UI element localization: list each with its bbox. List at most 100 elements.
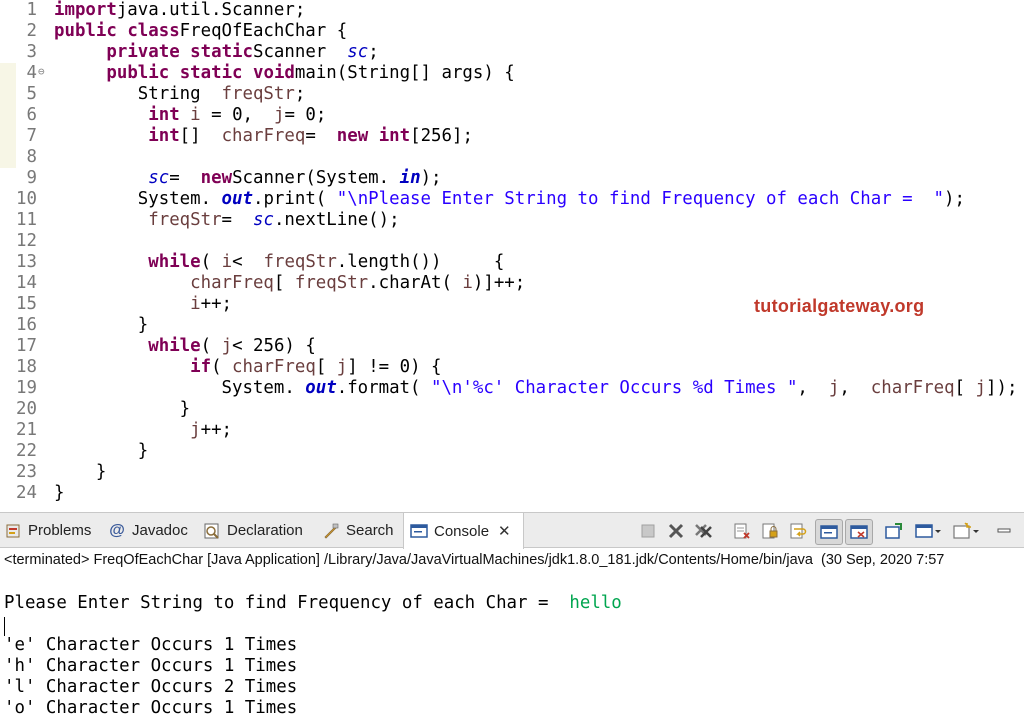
code-token: [256]; — [410, 126, 473, 146]
line-number: 6 — [26, 105, 37, 125]
code-token: if — [190, 357, 212, 377]
code-token: import — [54, 0, 117, 20]
pin-console-button[interactable] — [884, 521, 904, 541]
code-token: int — [148, 105, 180, 125]
code-line[interactable]: 3 private staticScanner sc; — [0, 42, 1024, 63]
code-line[interactable]: 12 — [0, 231, 1024, 252]
code-token: public — [54, 21, 117, 41]
code-line[interactable]: 14 charFreq[ freqStr.charAt( i)]++; — [0, 273, 1024, 294]
terminate-button[interactable] — [638, 521, 658, 541]
code-token: "\nPlease Enter String to find Frequency… — [336, 189, 945, 209]
code-text: } — [54, 399, 191, 420]
code-token: } — [54, 441, 149, 461]
show-console-on-stderr-button[interactable] — [845, 519, 873, 545]
code-editor[interactable]: 1 importjava.util.Scanner; 2 public classFr… — [0, 0, 1024, 512]
console-result-line: 'o' Character Occurs 1 Times — [4, 698, 298, 718]
code-token: FreqOfEachChar { — [179, 21, 348, 41]
line-number: 14 — [16, 273, 37, 293]
tab-declaration[interactable]: Declaration — [203, 513, 303, 548]
code-text: } — [54, 483, 64, 504]
code-line[interactable]: 5 String freqStr; — [0, 84, 1024, 105]
code-token: j — [221, 336, 233, 356]
code-text: System. out.print( "\nPlease Enter Strin… — [54, 189, 965, 210]
console-result-line: 'e' Character Occurs 1 Times — [4, 635, 298, 655]
code-token: public — [106, 63, 170, 83]
code-token: static — [190, 42, 253, 62]
close-icon[interactable]: ✕ — [498, 522, 511, 540]
code-line[interactable]: 8 — [0, 147, 1024, 168]
code-token: ; — [294, 84, 306, 104]
code-token: .format( — [336, 378, 421, 398]
line-number: 15 — [16, 294, 37, 314]
line-number: 19 — [16, 378, 37, 398]
code-line[interactable]: 2 public classFreqOfEachChar { — [0, 21, 1024, 42]
line-number: 3 — [26, 42, 37, 62]
tab-console[interactable]: Console ✕ — [403, 513, 524, 549]
console-output[interactable]: Please Enter String to find Frequency of… — [0, 572, 1024, 721]
code-token: .length()) { — [336, 252, 505, 272]
code-line[interactable]: 1 importjava.util.Scanner; — [0, 0, 1024, 21]
word-wrap-button[interactable] — [788, 521, 808, 541]
show-console-on-stdout-button[interactable] — [815, 519, 843, 545]
code-token: = — [169, 168, 191, 188]
code-line[interactable]: 17 while( j< 256) { — [0, 336, 1024, 357]
code-token: , — [797, 378, 819, 398]
tab-problems[interactable]: Problems — [4, 513, 91, 548]
remove-launch-button[interactable] — [666, 521, 686, 541]
clear-console-button[interactable] — [732, 521, 752, 541]
code-token: freqStr — [294, 273, 369, 293]
code-token: Scanner — [252, 42, 337, 62]
code-text: importjava.util.Scanner; — [54, 0, 305, 21]
code-text: i++; — [54, 294, 232, 315]
console-result-line: 'h' Character Occurs 1 Times — [4, 656, 298, 676]
code-token: System. — [54, 189, 212, 209]
tab-search[interactable]: Search — [322, 513, 394, 548]
code-line[interactable]: 19 System. out.format( "\n'%c' Character… — [0, 378, 1024, 399]
fold-collapse-icon[interactable]: ⊖ — [38, 65, 45, 79]
code-line[interactable]: 21 j++; — [0, 420, 1024, 441]
line-number: 18 — [16, 357, 37, 377]
code-line[interactable]: 24} — [0, 483, 1024, 504]
code-line[interactable]: 10 System. out.print( "\nPlease Enter St… — [0, 189, 1024, 210]
minimize-view-button[interactable] — [994, 521, 1014, 541]
code-token: i — [190, 105, 201, 125]
code-line[interactable]: 7 int[] charFreq= new int[256]; — [0, 126, 1024, 147]
line-number: 9 — [26, 168, 37, 188]
code-line[interactable]: 22 } — [0, 441, 1024, 462]
line-number: 12 — [16, 231, 37, 251]
code-token: System. — [54, 378, 295, 398]
code-token: i — [221, 252, 233, 272]
code-token: } — [54, 483, 65, 503]
code-token: ; — [368, 42, 379, 62]
display-selected-console-button[interactable] — [914, 521, 942, 541]
code-line[interactable]: 11 freqStr= sc.nextLine(); — [0, 210, 1024, 231]
code-line[interactable]: 13 while( i< freqStr.length()) { — [0, 252, 1024, 273]
remove-all-terminated-button[interactable] — [694, 521, 714, 541]
line-number: 2 — [26, 21, 37, 41]
code-line[interactable]: 6 int i = 0, j= 0; — [0, 105, 1024, 126]
code-line[interactable]: 4 ⊖ public static voidmain(String[] args)… — [0, 63, 1024, 84]
console-prompt: Please Enter String to find Frequency of… — [4, 593, 570, 613]
scroll-lock-button[interactable] — [760, 521, 780, 541]
code-token: ); — [944, 189, 965, 209]
console-result-line: 'l' Character Occurs 2 Times — [4, 677, 298, 697]
code-line[interactable]: 20 } — [0, 399, 1024, 420]
code-line[interactable]: 18 if( charFreq[ j] != 0) { — [0, 357, 1024, 378]
code-token: ++; — [200, 294, 233, 314]
code-token: , — [839, 378, 861, 398]
code-token: freqStr — [221, 84, 295, 104]
code-token: String — [54, 84, 212, 104]
code-token: [ — [315, 357, 327, 377]
console-user-input: hello — [569, 593, 622, 613]
line-number: 22 — [16, 441, 37, 461]
code-line[interactable]: 23 } — [0, 462, 1024, 483]
code-line[interactable]: 16 } — [0, 315, 1024, 336]
code-text: charFreq[ freqStr.charAt( i)]++; — [54, 273, 525, 294]
tab-javadoc[interactable]: @ Javadoc — [108, 513, 188, 548]
open-console-button[interactable] — [952, 521, 980, 541]
code-line[interactable]: 9 sc= newScanner(System. in); — [0, 168, 1024, 189]
